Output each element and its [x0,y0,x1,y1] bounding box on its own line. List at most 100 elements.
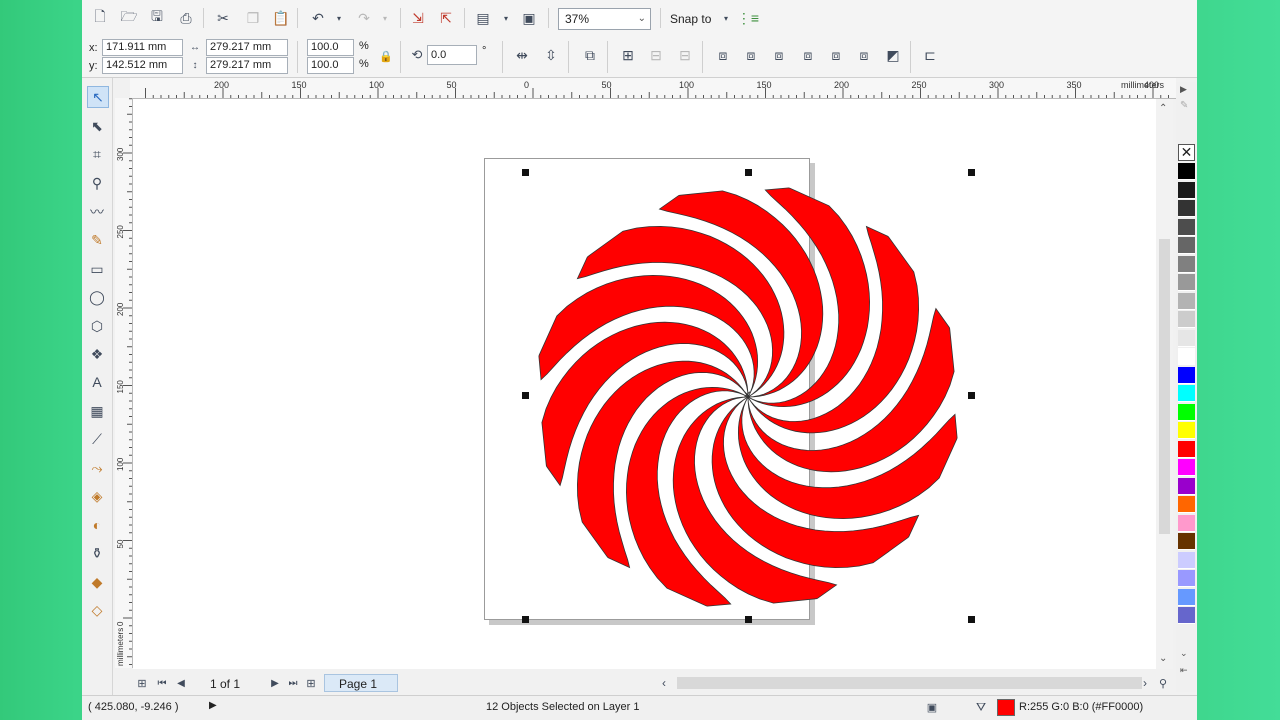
undo-dropdown-icon[interactable]: ▾ [329,8,349,28]
x-position-field[interactable]: 171.911 mm [102,39,183,56]
scroll-left-icon[interactable]: ‹ [656,673,672,693]
previous-page-icon[interactable]: ◀ [173,673,189,693]
redo-dropdown-icon[interactable]: ▾ [375,8,395,28]
palette-color-swatch[interactable] [1178,570,1195,587]
rotation-angle-field[interactable]: 0.0 [427,45,477,65]
snap-to-button[interactable]: Snap to [670,12,711,26]
align-distribute-icon[interactable]: ⊏ [920,45,940,65]
import-icon[interactable]: ⇲ [408,8,428,28]
shape-tool-icon[interactable]: ⬉ [87,116,107,136]
blend-tool-icon[interactable]: ◈ [87,486,107,506]
scroll-right-icon[interactable]: › [1137,673,1153,693]
palette-color-swatch[interactable] [1178,163,1195,180]
freehand-tool-icon[interactable]: 〰 [87,202,107,222]
color-proofing-icon[interactable]: ▣ [923,698,941,716]
front-minus-back-icon[interactable]: ⧈ [826,45,846,65]
palette-color-swatch[interactable] [1178,200,1195,217]
snap-to-dropdown-icon[interactable]: ▾ [716,8,736,28]
basic-shapes-tool-icon[interactable]: ❖ [87,344,107,364]
polygon-tool-icon[interactable]: ⬡ [87,316,107,336]
add-page-before-icon[interactable]: ⊞ [134,673,150,693]
status-expand-icon[interactable]: ▶ [209,700,217,711]
rotation-center-icon[interactable]: ✕ [743,390,751,401]
print-icon[interactable]: ⎙ [176,8,196,28]
selection-handle-bottom-left[interactable] [522,616,529,623]
selection-handle-top-right[interactable] [968,169,975,176]
drawing-canvas[interactable]: ✕ [133,99,1156,669]
horizontal-scroll-thumb[interactable] [677,677,1142,689]
new-document-icon[interactable]: 🗋 [90,8,110,28]
paste-icon[interactable]: 📋 [271,8,291,28]
zoom-tool-icon[interactable]: ⚲ [87,173,107,193]
scale-x-field[interactable]: 100.0 [307,39,354,56]
ungroup-icon[interactable]: ⊟ [646,45,666,65]
palette-scroll-up-icon[interactable]: ▶ [1180,84,1187,95]
publish-icon[interactable]: ▤ [473,8,493,28]
lock-ratio-icon[interactable]: 🔒 [376,46,396,66]
palette-color-swatch[interactable] [1178,459,1195,476]
selection-handle-bottom-right[interactable] [968,616,975,623]
ellipse-tool-icon[interactable]: ◯ [87,287,107,307]
transparency-tool-icon[interactable]: ◐ [87,515,107,535]
create-boundary-icon[interactable]: ◩ [883,45,903,65]
cut-icon[interactable]: ✂ [213,8,233,28]
add-page-after-icon[interactable]: ⊞ [303,673,319,693]
snap-options-icon[interactable]: ⋮≡ [737,8,759,28]
mirror-vertical-icon[interactable]: ⇳ [541,45,561,65]
vertical-scrollbar[interactable]: ⌃ ⌄ [1156,99,1173,669]
trim-icon[interactable]: ⧈ [741,45,761,65]
palette-color-swatch[interactable] [1178,255,1195,273]
pick-tool-icon[interactable]: ↖ [87,86,109,108]
rectangle-tool-icon[interactable]: ▭ [87,259,107,279]
export-icon[interactable]: ⇱ [436,8,456,28]
dimension-tool-icon[interactable]: ⟋ [87,429,107,449]
redo-icon[interactable]: ↷ [354,8,374,28]
no-color-swatch[interactable]: ✕ [1178,144,1195,161]
page-tab[interactable]: Page 1 [324,674,398,692]
palette-color-swatch[interactable] [1178,292,1195,310]
crop-tool-icon[interactable]: ⌗ [87,144,107,164]
zoom-level-combo[interactable]: 37% ⌄ [558,8,651,30]
weld-icon[interactable]: ⧈ [713,45,733,65]
palette-color-swatch[interactable] [1178,329,1195,347]
copy-icon[interactable]: ❐ [243,8,263,28]
back-minus-front-icon[interactable]: ⧈ [854,45,874,65]
selection-handle-right[interactable] [968,392,975,399]
height-field[interactable]: 279.217 mm [206,57,288,74]
save-icon[interactable]: 🖫 [147,8,167,28]
intersect-icon[interactable]: ⧈ [769,45,789,65]
palette-color-swatch[interactable] [1178,607,1195,624]
group-icon[interactable]: ⊞ [618,45,638,65]
publish-dropdown-icon[interactable]: ▾ [496,8,516,28]
swirl-artwork[interactable] [133,99,1156,669]
palette-color-swatch[interactable] [1178,366,1195,384]
palette-color-swatch[interactable] [1178,237,1195,254]
interactive-fill-tool-icon[interactable]: ◆ [87,572,107,592]
palette-color-swatch[interactable] [1178,477,1195,495]
palette-color-swatch[interactable] [1178,385,1195,402]
scroll-up-icon[interactable]: ⌃ [1159,103,1167,114]
eyedropper-tool-icon[interactable]: ⚱ [87,543,107,563]
first-page-icon[interactable]: ⏮ [154,673,170,693]
palette-color-swatch[interactable] [1178,422,1195,439]
palette-color-swatch[interactable] [1178,551,1195,569]
palette-color-swatch[interactable] [1178,533,1195,550]
scroll-down-icon[interactable]: ⌄ [1159,653,1167,664]
palette-color-swatch[interactable] [1178,274,1195,291]
y-position-field[interactable]: 142.512 mm [102,57,183,74]
palette-color-swatch[interactable] [1178,348,1195,365]
vertical-scroll-thumb[interactable] [1159,239,1170,534]
palette-color-swatch[interactable] [1178,403,1195,421]
ungroup-all-icon[interactable]: ⊟ [675,45,695,65]
palette-color-swatch[interactable] [1178,588,1195,606]
palette-color-swatch[interactable] [1178,496,1195,513]
palette-color-swatch[interactable] [1178,311,1195,328]
fill-color-swatch[interactable] [997,699,1015,716]
simplify-icon[interactable]: ⧈ [798,45,818,65]
table-tool-icon[interactable]: ▦ [87,401,107,421]
text-tool-icon[interactable]: A [87,372,107,392]
palette-expand-icon[interactable]: ⇤ [1180,665,1188,676]
palette-color-swatch[interactable] [1178,181,1195,199]
artistic-media-tool-icon[interactable]: ✎ [87,230,107,250]
selection-handle-top-left[interactable] [522,169,529,176]
